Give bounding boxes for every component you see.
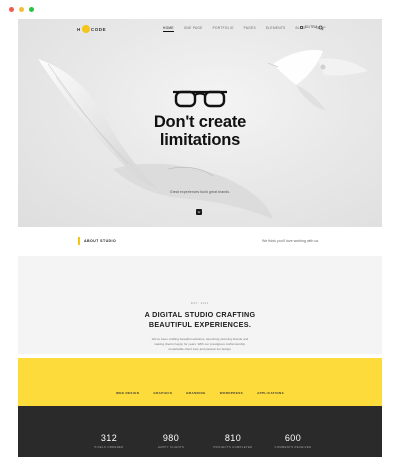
studio-heading-line-2: BEAUTIFUL EXPERIENCES. — [148, 320, 252, 329]
logo-letter-left: H — [77, 26, 81, 32]
categories-band — [18, 358, 382, 406]
stat-value: 312 — [100, 433, 118, 443]
stat-label: PROJECTS COMPLETED — [213, 446, 253, 449]
glasses-icon — [173, 90, 227, 108]
window-titlebar — [0, 0, 400, 18]
nav-item-portfolio[interactable]: PORTFOLIO — [213, 26, 234, 32]
page-viewport: H CODE HOME ONE PAGE PORTFOLIO PAGES ELE… — [18, 19, 382, 457]
category-branding[interactable]: BRANDING — [186, 391, 205, 395]
category-web-design[interactable]: WEB DESIGN — [116, 391, 139, 395]
close-window-button[interactable] — [9, 7, 14, 12]
studio-description: We've been crafting beautiful websites, … — [138, 337, 262, 353]
nav-item-elements[interactable]: ELEMENTS — [266, 26, 286, 32]
stat-item: 810 PROJECTS COMPLETED — [203, 433, 263, 449]
studio-est-label: EST. 2011 — [190, 301, 210, 305]
browser-window: H CODE HOME ONE PAGE PORTFOLIO PAGES ELE… — [0, 0, 400, 457]
maximize-window-button[interactable] — [29, 7, 34, 12]
stat-item: 600 COMMENTS RECEIVED — [263, 433, 323, 449]
stat-value: 600 — [284, 433, 302, 443]
category-list: WEB DESIGN GRAPHICS BRANDING WORDPRESS A… — [18, 391, 382, 395]
about-tagline: We think you'll love working with us. — [262, 239, 320, 243]
logo-circle-icon — [81, 25, 90, 33]
hero-title: Don't create limitations — [18, 113, 382, 149]
cart-icon — [300, 25, 303, 29]
stat-value: 810 — [224, 433, 242, 443]
scroll-down-button[interactable] — [196, 209, 202, 215]
stat-item: 312 PIXELS ORDERED — [79, 433, 139, 449]
nav-item-one-page[interactable]: ONE PAGE — [184, 26, 203, 32]
stat-label: PIXELS ORDERED — [94, 446, 124, 449]
logo-letter-right: CODE — [90, 26, 107, 32]
category-graphics[interactable]: GRAPHICS — [153, 391, 172, 395]
site-logo[interactable]: H CODE — [77, 24, 106, 34]
stat-label: HAPPY CLIENTS — [157, 446, 185, 449]
main-navigation: H CODE HOME ONE PAGE PORTFOLIO PAGES ELE… — [18, 19, 382, 39]
chevron-down-icon — [197, 211, 201, 214]
hero-subtitle: Great experiences build great brands. — [169, 190, 231, 194]
studio-text-line-3: remarkable client care and passion for d… — [168, 347, 232, 352]
category-applications[interactable]: APPLICATIONS — [257, 391, 284, 395]
cart-label: $0 ITEM — [305, 25, 318, 29]
category-wordpress[interactable]: WORDPRESS — [220, 391, 243, 395]
hero-title-line-2: limitations — [159, 131, 241, 149]
about-accent-mark — [78, 237, 80, 245]
nav-item-home[interactable]: HOME — [163, 26, 174, 32]
studio-heading: A DIGITAL STUDIO CRAFTING BEAUTIFUL EXPE… — [18, 310, 382, 330]
about-studio-label: ABOUT STUDIO — [84, 239, 117, 243]
stat-label: COMMENTS RECEIVED — [274, 446, 312, 449]
stats-section — [18, 406, 382, 457]
minimize-window-button[interactable] — [19, 7, 24, 12]
stat-item: 980 HAPPY CLIENTS — [141, 433, 201, 449]
cart-button[interactable]: $0 ITEM — [300, 25, 317, 29]
search-icon[interactable] — [318, 25, 324, 31]
hero-title-line-1: Don't create — [153, 113, 247, 131]
nav-item-pages[interactable]: PAGES — [244, 26, 256, 32]
hero-section: H CODE HOME ONE PAGE PORTFOLIO PAGES ELE… — [18, 19, 382, 227]
studio-heading-line-1: A DIGITAL STUDIO CRAFTING — [144, 310, 256, 319]
stat-value: 980 — [162, 433, 180, 443]
